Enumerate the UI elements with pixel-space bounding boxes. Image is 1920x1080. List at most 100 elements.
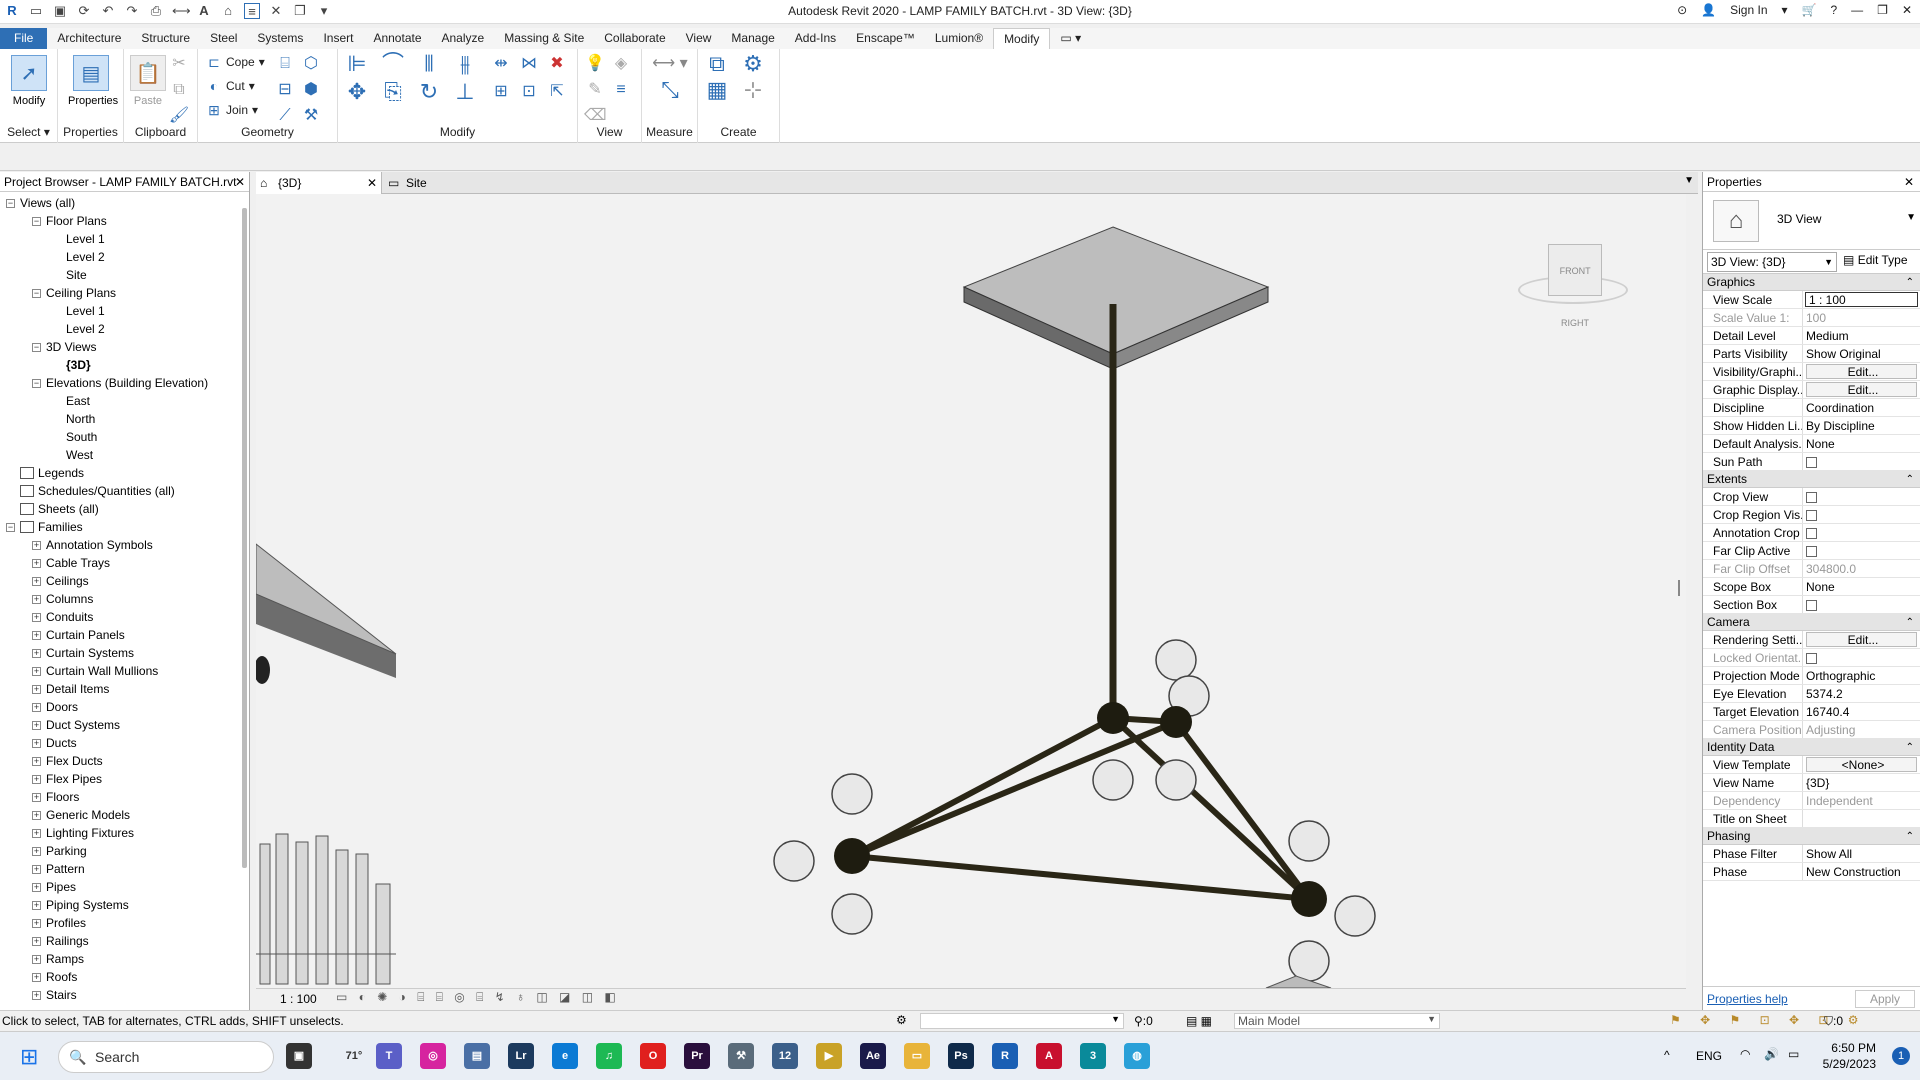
tree-item[interactable]: Curtain Panels (46, 626, 125, 644)
eraser-icon[interactable]: ⌫ (584, 105, 607, 127)
tree-toggle[interactable]: + (32, 901, 41, 910)
viewcube[interactable]: FRONT RIGHT (1518, 234, 1628, 328)
file-explorer-icon[interactable]: ▭ (904, 1043, 930, 1069)
tree-item[interactable]: Flex Ducts (46, 752, 103, 770)
demolish-icon[interactable]: ⬢ (300, 79, 322, 101)
workset-dropdown[interactable]: ▼ (920, 1013, 1124, 1029)
apply-button[interactable]: Apply (1855, 990, 1915, 1008)
tray-chevron-icon[interactable]: ^ (1664, 1048, 1670, 1062)
tree-toggle[interactable]: + (32, 667, 41, 676)
tree-item[interactable]: East (66, 392, 90, 410)
hammer-icon[interactable]: ⚒ (300, 105, 322, 127)
property-value[interactable] (1803, 524, 1920, 541)
lightroom-icon[interactable]: Lr (508, 1043, 534, 1069)
3dsmax-icon[interactable]: 3 (1080, 1043, 1106, 1069)
volume-icon[interactable]: 🔊 (1764, 1047, 1779, 1061)
tree-toggle[interactable]: + (32, 793, 41, 802)
3d-viewport[interactable]: FRONT RIGHT (256, 194, 1686, 988)
tab-analyze[interactable]: Analyze (432, 28, 495, 49)
tab-add-ins[interactable]: Add-Ins (785, 28, 846, 49)
globe-bulbs[interactable] (773, 639, 1376, 982)
tree-item[interactable]: Curtain Systems (46, 644, 134, 662)
property-checkbox[interactable] (1806, 653, 1817, 664)
property-value[interactable]: <None> (1806, 757, 1917, 772)
property-category[interactable]: Camera ⌃ (1703, 614, 1920, 631)
property-value[interactable]: 1 : 100 (1805, 292, 1918, 307)
tab-enscape[interactable]: Enscape™ (846, 28, 925, 49)
tree-item[interactable]: Legends (20, 464, 84, 482)
create-similar-icon[interactable]: ⊹ (742, 79, 764, 101)
create-assembly-icon[interactable]: ▦ (706, 79, 728, 101)
tree-item[interactable]: Ceiling Plans (46, 284, 116, 302)
beam-join-icon[interactable]: ⟋ (274, 105, 296, 127)
tree-item[interactable]: Schedules/Quantities (all) (20, 482, 175, 500)
unpin-icon[interactable]: ⇱ (546, 81, 568, 103)
tree-toggle[interactable]: + (32, 775, 41, 784)
property-value[interactable] (1803, 453, 1920, 470)
tab-manage[interactable]: Manage (721, 28, 784, 49)
tree-toggle[interactable]: + (32, 739, 41, 748)
tab-annotate[interactable]: Annotate (363, 28, 431, 49)
close-icon[interactable]: ✕ (367, 172, 377, 194)
join-button[interactable]: ⊞ Join ▾ (206, 102, 258, 118)
tree-toggle[interactable]: + (32, 631, 41, 640)
property-category[interactable]: Phasing ⌃ (1703, 828, 1920, 845)
edge-icon[interactable]: e (552, 1043, 578, 1069)
mirror-axis-icon[interactable]: ⫴ (418, 53, 440, 75)
minimize-button[interactable]: — (1851, 3, 1863, 17)
tab-collaborate[interactable]: Collaborate (594, 28, 675, 49)
tree-item[interactable]: Level 2 (66, 248, 105, 266)
property-value[interactable]: Edit... (1806, 632, 1917, 647)
tree-toggle[interactable]: − (32, 379, 41, 388)
tree-toggle[interactable]: + (32, 883, 41, 892)
view-scale-label[interactable]: 1 : 100 (280, 992, 317, 1006)
view-tab-3d[interactable]: ⌂ {3D} ✕ (256, 172, 382, 194)
viewcube-right-label[interactable]: RIGHT (1561, 318, 1589, 328)
teams-icon[interactable]: T (376, 1043, 402, 1069)
property-value[interactable]: Orthographic (1803, 667, 1920, 684)
tree-item[interactable]: Conduits (46, 608, 93, 626)
property-value[interactable] (1803, 649, 1920, 666)
tree-toggle[interactable]: − (32, 343, 41, 352)
tree-item[interactable]: Ceilings (46, 572, 89, 590)
chart-app-icon[interactable]: ▤ (464, 1043, 490, 1069)
property-value[interactable] (1803, 596, 1920, 613)
tree-item[interactable]: West (66, 446, 93, 464)
collapse-icon[interactable]: ⌃ (1906, 828, 1914, 845)
tree-item[interactable]: North (66, 410, 95, 428)
tree-item[interactable]: Views (all) (20, 194, 75, 212)
create-parts-icon[interactable]: ⧉ (706, 53, 728, 75)
array-icon[interactable]: ⊞ (490, 81, 512, 103)
view-control-icons[interactable]: ▭ ◐ ✺ ◑ ⌸ ⌸ ◎ ⌸ ↯ ♁ ◫ ◪ ◫ ◧ (336, 990, 620, 1005)
tree-toggle[interactable]: + (32, 757, 41, 766)
tree-item[interactable]: Sheets (all) (20, 500, 99, 518)
worksets-icon[interactable]: ⚙ (896, 1013, 907, 1027)
task-view-icon[interactable]: ▣ (286, 1043, 312, 1069)
tree-item[interactable]: Curtain Wall Mullions (46, 662, 158, 680)
property-value[interactable]: Independent (1803, 792, 1920, 809)
tree-toggle[interactable]: + (32, 847, 41, 856)
property-value[interactable]: Show Original (1803, 345, 1920, 362)
property-category[interactable]: Extents ⌃ (1703, 471, 1920, 488)
restore-button[interactable]: ❐ (1877, 3, 1888, 17)
copy-icon[interactable]: ⧉ (168, 79, 190, 101)
tree-toggle[interactable]: + (32, 703, 41, 712)
tree-toggle[interactable]: + (32, 541, 41, 550)
properties-button[interactable]: ▤ Properties (68, 51, 118, 121)
revit-taskbar-icon[interactable]: R (992, 1043, 1018, 1069)
instagram-icon[interactable]: ◎ (420, 1043, 446, 1069)
group-label-select[interactable]: Select ▾ (0, 125, 57, 139)
media-player-icon[interactable]: ▶ (816, 1043, 842, 1069)
tree-item[interactable]: Cable Trays (46, 554, 110, 572)
model-canvas[interactable] (256, 194, 1686, 988)
tree-toggle[interactable]: + (32, 595, 41, 604)
property-value[interactable]: By Discipline (1803, 417, 1920, 434)
override-icon[interactable]: ◈ (610, 53, 632, 75)
tree-toggle[interactable]: + (32, 613, 41, 622)
property-value[interactable] (1803, 810, 1920, 827)
close-icon[interactable]: ✕ (235, 172, 245, 192)
tree-toggle[interactable]: + (32, 829, 41, 838)
split-gap-icon[interactable]: ⋈ (518, 53, 540, 75)
property-value[interactable]: 304800.0 (1803, 560, 1920, 577)
notification-badge[interactable]: 1 (1892, 1047, 1910, 1065)
